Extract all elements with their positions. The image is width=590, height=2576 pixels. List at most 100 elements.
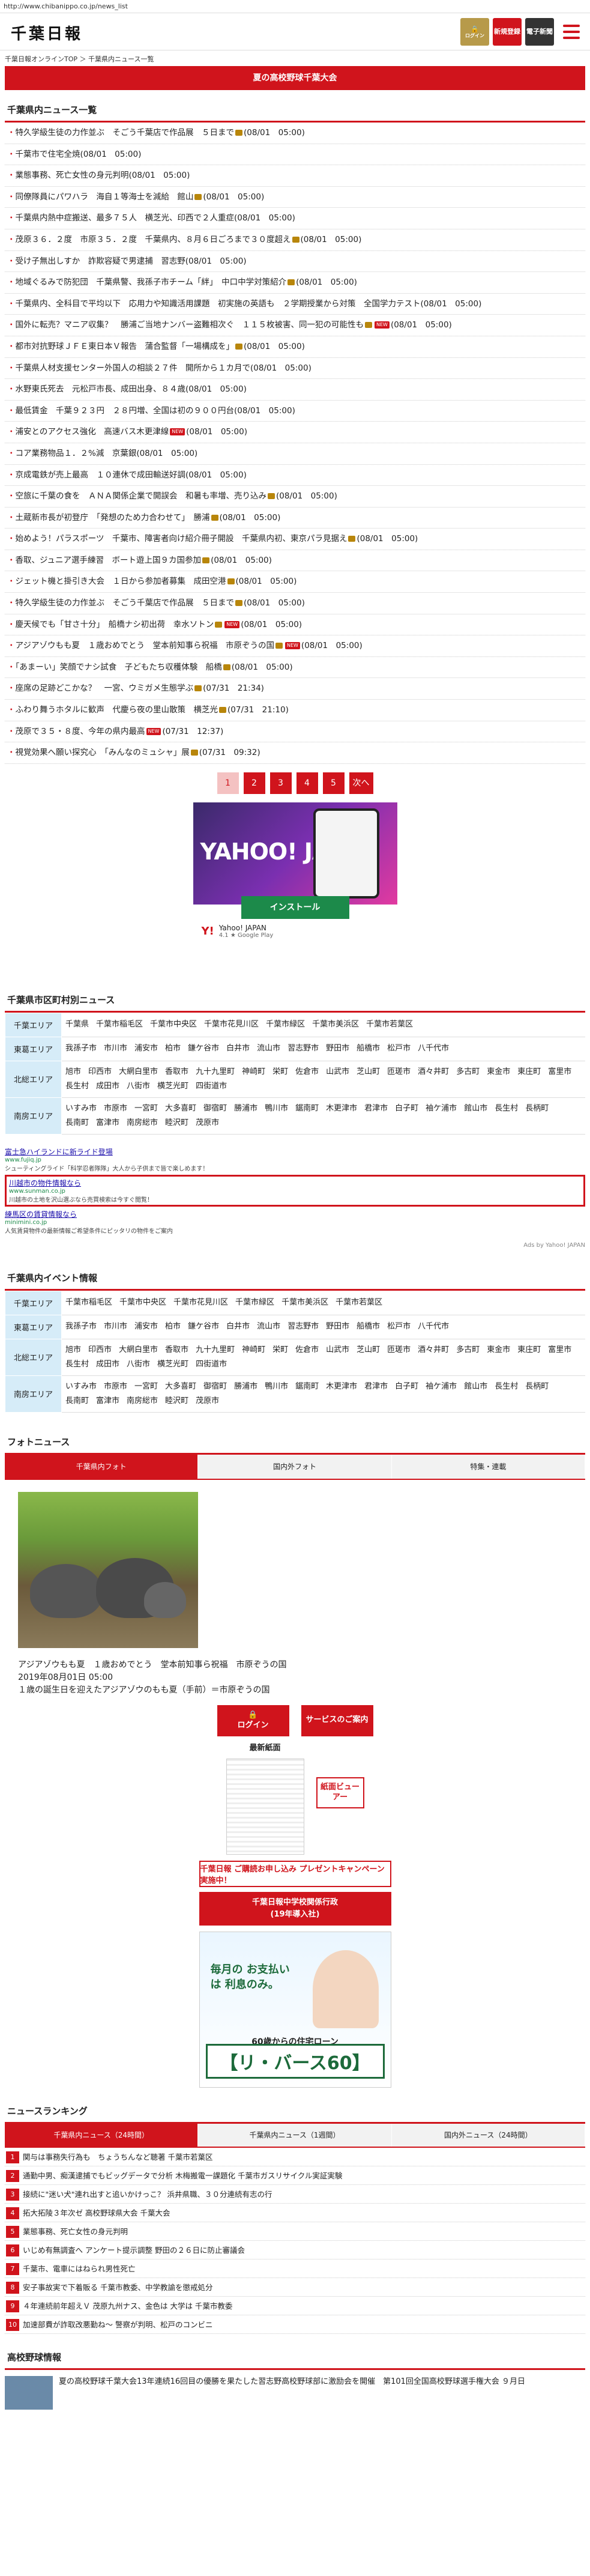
city-link[interactable]: 東金市 — [487, 1065, 510, 1079]
city-link[interactable]: 市川市 — [104, 1041, 127, 1056]
city-link[interactable]: 市原市 — [104, 1102, 127, 1116]
city-link[interactable]: 流山市 — [257, 1041, 280, 1056]
city-link[interactable]: 富里市 — [548, 1065, 571, 1079]
city-link[interactable]: 匝瑳市 — [387, 1065, 411, 1079]
city-link[interactable]: 袖ケ浦市 — [426, 1380, 457, 1394]
register-button[interactable]: 新規登録 — [493, 18, 522, 46]
city-link[interactable]: 芝山町 — [357, 1343, 380, 1357]
city-link[interactable]: 鎌ケ谷市 — [188, 1041, 219, 1056]
city-link[interactable]: 茂原市 — [196, 1394, 219, 1408]
city-link[interactable]: 鎌ケ谷市 — [188, 1320, 219, 1334]
city-link[interactable]: 富津市 — [96, 1116, 119, 1130]
city-link[interactable]: 旭市 — [65, 1343, 81, 1357]
school-promo[interactable]: 千葉日報中学校関係行政 (19年導入社) — [199, 1891, 391, 1926]
ydn-footer[interactable]: Ads by Yahoo! JAPAN — [5, 1242, 585, 1249]
city-link[interactable]: 八街市 — [127, 1357, 150, 1372]
viewer-button[interactable]: 紙面ビューアー — [316, 1777, 364, 1808]
city-link[interactable]: 長柄町 — [525, 1380, 549, 1394]
city-link[interactable]: 勝浦市 — [234, 1380, 257, 1394]
city-link[interactable]: 千葉市花見川区 — [173, 1296, 228, 1310]
city-link[interactable]: 睦沢町 — [165, 1394, 188, 1408]
news-item[interactable]: 業態事務、死亡女性の身元判明(08/01 05:00) — [5, 165, 585, 187]
service-guide-button[interactable]: サービスのご案内 — [301, 1705, 373, 1736]
city-link[interactable]: 大網白里市 — [119, 1343, 158, 1357]
epaper-button[interactable]: 電子新聞 — [525, 18, 554, 46]
news-item[interactable]: 茂原３６．２度 市原３５．２度 千葉県内、８月６日ごろまで３０度超え (08/01… — [5, 229, 585, 251]
news-item[interactable]: 座席の足跡どこかな？ 一宮、ウミガメ生態学ぶ (07/31 21:34) — [5, 678, 585, 700]
city-link[interactable]: 船橋市 — [357, 1041, 380, 1056]
site-logo[interactable]: 千葉日報 — [11, 22, 83, 44]
ranking-item[interactable]: 10 加速部費が詐取改悪勤ね～ 警察が判明、松戸のコンビニ — [5, 2315, 585, 2334]
city-link[interactable]: 匝瑳市 — [387, 1343, 411, 1357]
news-item[interactable]: 千葉県人材支援センター外国人の相談２７件 開所から１カ月で(08/01 05:0… — [5, 358, 585, 380]
city-link[interactable]: 館山市 — [464, 1380, 487, 1394]
city-link[interactable]: 一宮町 — [134, 1102, 158, 1116]
city-link[interactable]: 鴨川市 — [265, 1102, 288, 1116]
city-link[interactable]: 御宿町 — [203, 1102, 227, 1116]
city-link[interactable]: 松戸市 — [387, 1320, 411, 1334]
city-link[interactable]: 長南町 — [65, 1116, 89, 1130]
ranking-item[interactable]: 1 関与は事務失行為も ちょうちんなど聴著 千葉市若葉区 — [5, 2148, 585, 2166]
city-link[interactable]: 柏市 — [165, 1041, 181, 1056]
next-page-link[interactable]: 次へ — [349, 772, 373, 794]
city-link[interactable]: 白井市 — [226, 1041, 250, 1056]
news-item[interactable]: 「あまーい」笑顔でナシ試食 子どもたち収穫体験 船橋 (08/01 05:00) — [5, 657, 585, 679]
city-link[interactable]: 富里市 — [548, 1343, 571, 1357]
news-item[interactable]: 同僚隊員にパワハラ 海自１等海士を減給 館山 (08/01 05:00) — [5, 187, 585, 208]
city-link[interactable]: 南房総市 — [127, 1394, 158, 1408]
city-link[interactable]: 鋸南町 — [295, 1380, 319, 1394]
photo-caption-title[interactable]: アジアゾウもも夏 １歳おめでとう 堂本前知事ら祝福 市原ぞうの国 — [18, 1659, 572, 1671]
city-link[interactable]: 白子町 — [395, 1102, 418, 1116]
city-link[interactable]: 香取市 — [165, 1343, 188, 1357]
city-link[interactable]: 習志野市 — [287, 1320, 319, 1334]
city-link[interactable]: 君津市 — [364, 1102, 388, 1116]
city-link[interactable]: 茂原市 — [196, 1116, 219, 1130]
city-link[interactable]: 鋸南町 — [295, 1102, 319, 1116]
news-item[interactable]: 土蔵新市長が初登庁 「発想のため力合わせて」 勝浦 (08/01 05:00) — [5, 508, 585, 529]
page-2-link[interactable]: 2 — [243, 772, 265, 794]
ranking-tab[interactable]: 千葉県内ニュース（24時間） — [5, 2123, 199, 2147]
news-item[interactable]: アジアゾウもも夏 １歳おめでとう 堂本前知事ら祝福 市原ぞうの国 NEW(08/0… — [5, 635, 585, 657]
city-link[interactable]: 千葉市稲毛区 — [96, 1017, 143, 1032]
news-item[interactable]: ふわり舞うホタルに歓声 代慶ら夜の里山散策 横芝光 (07/31 21:10) — [5, 700, 585, 721]
subscription-promo[interactable]: 千葉日報 ご購読お申し込み プレゼントキャンペーン実施中！ — [199, 1860, 391, 1887]
ranking-item[interactable]: 4 拓大拓陵３年次ゼ 高校野球県大会 千葉大会 — [5, 2204, 585, 2222]
city-link[interactable]: 習志野市 — [287, 1041, 319, 1056]
city-link[interactable]: 成田市 — [96, 1357, 119, 1372]
login-button[interactable]: 🔒 ログイン — [460, 18, 489, 46]
city-link[interactable]: 九十九里町 — [196, 1065, 235, 1079]
city-link[interactable]: 神崎町 — [242, 1065, 265, 1079]
city-link[interactable]: 栄町 — [272, 1065, 288, 1079]
city-link[interactable]: 長生村 — [495, 1102, 518, 1116]
ydn-ad[interactable]: 富士急ハイランドに新ライド登場 www.fujiq.jp シューティングライド「科学… — [5, 1144, 585, 1175]
page-1-link[interactable]: 1 — [217, 772, 239, 794]
city-link[interactable]: 白井市 — [226, 1320, 250, 1334]
photo-tab[interactable]: 千葉県内フォト — [5, 1454, 199, 1479]
city-link[interactable]: 長生村 — [495, 1380, 518, 1394]
city-link[interactable]: 八千代市 — [418, 1320, 449, 1334]
city-link[interactable]: 千葉市稲毛区 — [65, 1296, 112, 1310]
city-link[interactable]: 我孫子市 — [65, 1320, 97, 1334]
city-link[interactable]: 佐倉市 — [295, 1065, 319, 1079]
city-link[interactable]: 我孫子市 — [65, 1041, 97, 1056]
city-link[interactable]: 千葉市中央区 — [119, 1296, 166, 1310]
news-item[interactable]: 受け子無出しすか 詐欺容疑で男逮捕 習志野(08/01 05:00) — [5, 251, 585, 273]
hamburger-menu-icon[interactable] — [558, 18, 585, 46]
news-item[interactable]: 千葉県内、全科目で平均以下 応用力や知識活用課題 初実施の英語も ２学期授業から… — [5, 294, 585, 315]
news-item[interactable]: 都市対抗野球ＪＦＥ東日本Ｖ報告 蒲合監督「一場構成を」 (08/01 05:00) — [5, 336, 585, 358]
loan-ad[interactable]: 毎月の お支払いは 利息のみ。 60歳からの住宅ローン 【リ・バース60】 — [199, 1931, 391, 2088]
news-item[interactable]: 地域ぐるみで防犯団 千葉県警、我孫子市チーム「絆」 中口中学対策紹介 (08/01… — [5, 272, 585, 294]
photo-elephants[interactable] — [18, 1491, 198, 1648]
city-link[interactable]: 長柄町 — [525, 1102, 549, 1116]
ranking-tab[interactable]: 国内外ニュース（24時間） — [391, 2123, 585, 2147]
city-link[interactable]: 市川市 — [104, 1320, 127, 1334]
city-link[interactable]: 多古町 — [456, 1065, 480, 1079]
city-link[interactable]: 印西市 — [88, 1065, 112, 1079]
hs-news-item[interactable]: 夏の高校野球千葉大会13年連続16回目の優勝を果たした習志野高校野球部に激励会を… — [5, 2375, 585, 2410]
city-link[interactable]: 浦安市 — [134, 1041, 158, 1056]
city-link[interactable]: 船橋市 — [357, 1320, 380, 1334]
ranking-item[interactable]: 2 通勤中男、痴漢逮捕でもビッグデータで分析 木梅搬電一課題化 千葉市ガスリサイク… — [5, 2166, 585, 2185]
page-3-link[interactable]: 3 — [269, 772, 292, 794]
news-item[interactable]: 最低賃金 千葉９２３円 ２８円増、全国は初の９００円台(08/01 05:00) — [5, 401, 585, 422]
city-link[interactable]: 酒々井町 — [418, 1343, 449, 1357]
